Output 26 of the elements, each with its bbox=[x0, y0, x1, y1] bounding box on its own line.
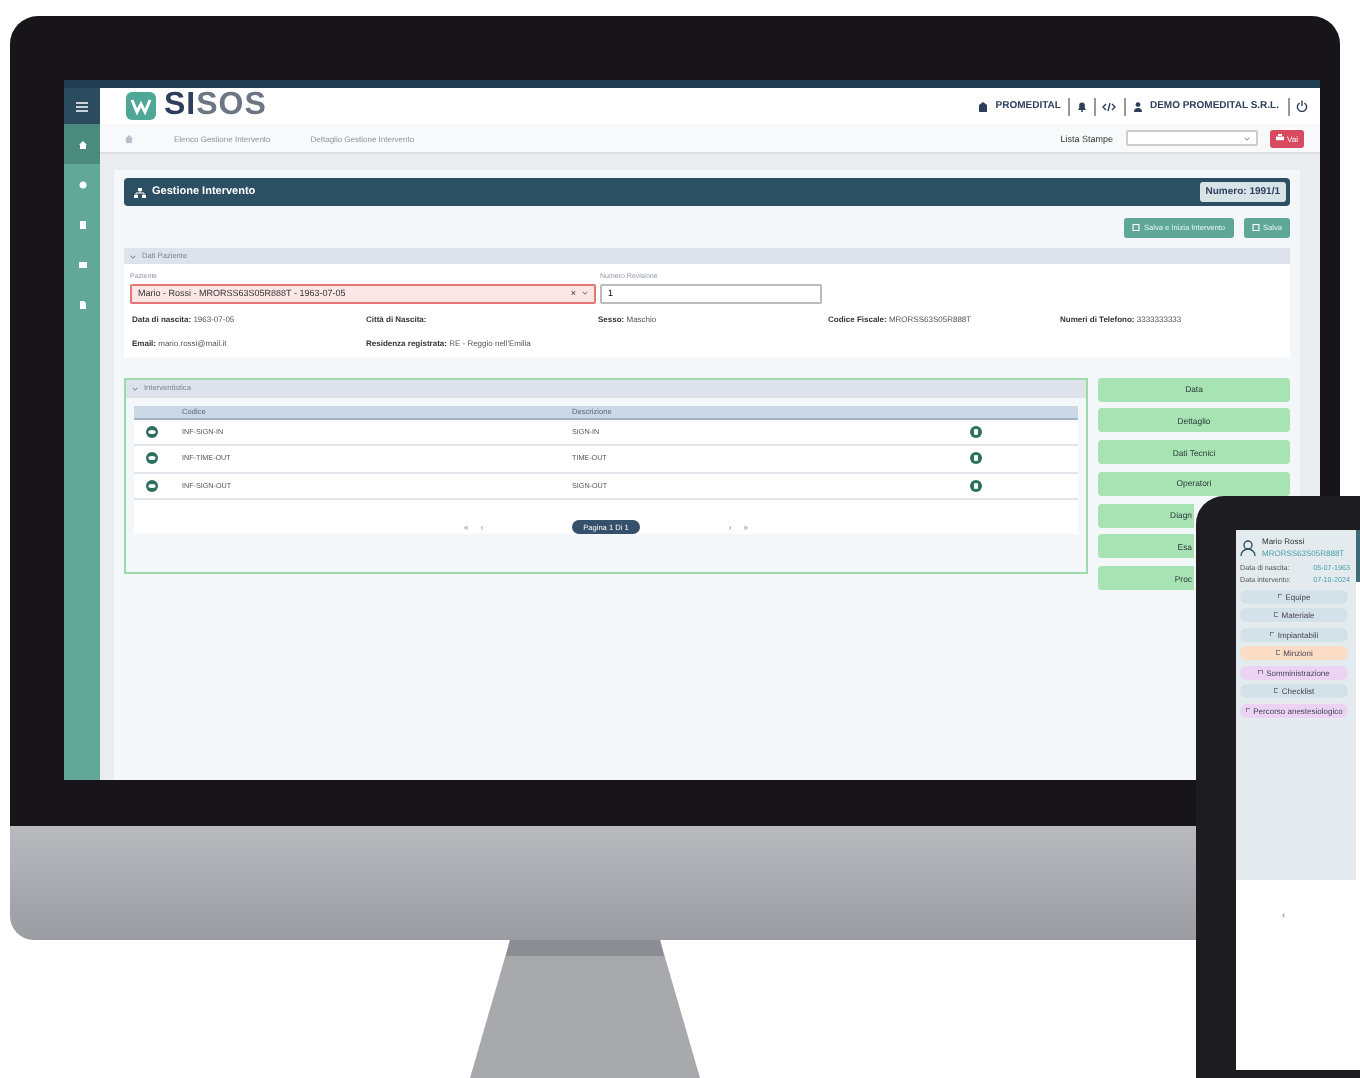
logo-text: SISOS bbox=[164, 88, 267, 124]
chevron-icon[interactable] bbox=[132, 385, 138, 391]
eye-icon[interactable] bbox=[146, 425, 158, 438]
trash-icon[interactable] bbox=[970, 425, 982, 438]
user-icon bbox=[1240, 539, 1256, 555]
trash-icon[interactable] bbox=[970, 479, 982, 492]
eye-icon[interactable] bbox=[146, 479, 158, 492]
menu-icon[interactable] bbox=[76, 101, 88, 111]
chevron-icon bbox=[582, 290, 588, 296]
eye-icon[interactable] bbox=[146, 452, 158, 465]
grid-icon bbox=[77, 259, 87, 269]
user-icon[interactable] bbox=[1133, 101, 1142, 111]
power-icon[interactable] bbox=[1296, 100, 1308, 112]
trash-icon[interactable] bbox=[970, 452, 982, 465]
chevron-icon bbox=[1243, 135, 1250, 141]
code-icon[interactable] bbox=[1102, 101, 1117, 111]
chevron-icon[interactable] bbox=[130, 253, 136, 259]
sidebar-item[interactable] bbox=[64, 124, 100, 164]
printer-icon bbox=[1275, 134, 1284, 142]
sitemap-icon bbox=[134, 187, 146, 197]
document-icon bbox=[77, 219, 87, 229]
file-icon bbox=[77, 299, 87, 309]
building-icon bbox=[977, 101, 988, 111]
home-icon bbox=[77, 139, 87, 149]
circle-icon bbox=[77, 179, 87, 189]
bell-icon[interactable] bbox=[1077, 101, 1086, 111]
